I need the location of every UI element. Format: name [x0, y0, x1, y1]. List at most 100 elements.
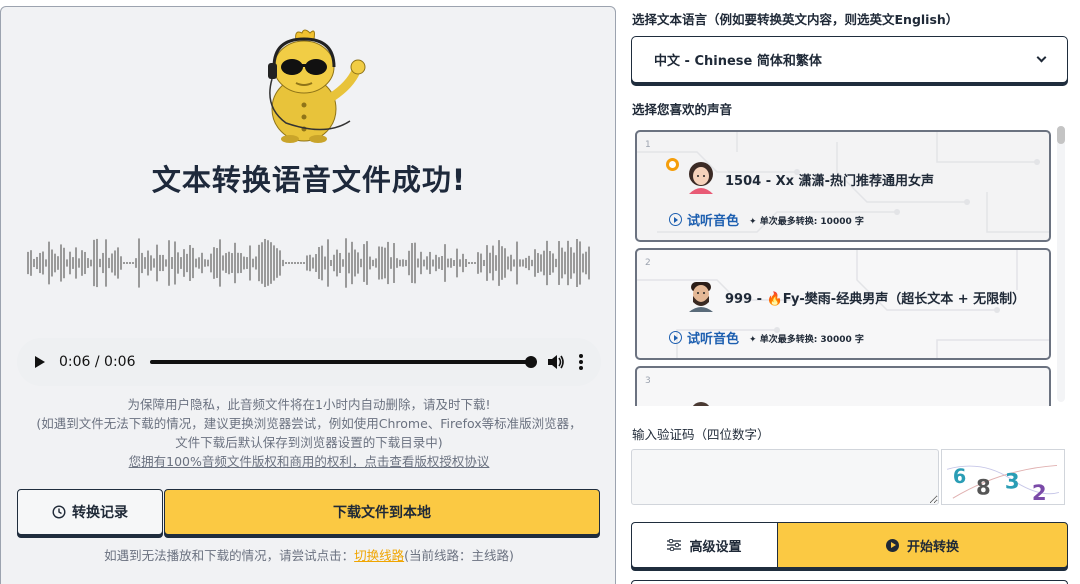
voice-list[interactable]: 1 1504 - Xx 潇潇-热门推荐通用女声 试听音色 ✦ 单次最多转换: 1…: [631, 124, 1071, 406]
current-route-text: (当前线路：主线路): [404, 548, 514, 563]
waveform-bar: [279, 250, 281, 276]
female-avatar-icon: [689, 162, 713, 194]
waveform-bar: [501, 246, 503, 280]
waveform-bar: [309, 254, 311, 272]
waveform-bar: [198, 257, 200, 269]
waveform-bar: [420, 251, 422, 275]
waveform-bar: [306, 255, 308, 271]
waveform-bar: [162, 254, 164, 272]
voice-radio-selected[interactable]: [666, 158, 679, 171]
success-title: 文本转换语音文件成功!: [151, 163, 467, 197]
waveform-bar: [330, 259, 332, 267]
captcha-digit: 8: [976, 475, 991, 500]
advanced-settings-button[interactable]: 高级设置: [631, 522, 777, 568]
more-options-icon[interactable]: [579, 354, 583, 370]
route-tip-text: 如遇到无法播放和下载的情况，请尝试点击：: [104, 548, 355, 563]
waveform-bar: [576, 239, 578, 287]
waveform-bar: [471, 262, 473, 264]
voice-card[interactable]: 2 999 - 🔥Fy-樊雨-经典男声（超长文本 + 无限制） 试听音色 ✦ 单…: [635, 248, 1051, 360]
result-panel: 文本转换语音文件成功! 0:06 / 0:06 为保障用户隐私，此音频文件将在1…: [0, 6, 616, 584]
waveform-bar: [132, 262, 134, 264]
waveform-bar: [303, 262, 305, 264]
voice-list-scrollbar[interactable]: [1057, 126, 1065, 402]
waveform-bar: [516, 241, 518, 285]
waveform-bar: [429, 251, 431, 275]
waveform-bar: [435, 254, 437, 272]
waveform-bar: [543, 250, 545, 276]
waveform-bar: [159, 254, 161, 272]
chevron-down-icon: [1036, 52, 1047, 63]
waveform-bar: [354, 249, 356, 277]
preview-voice-button[interactable]: 试听音色: [669, 328, 739, 347]
waveform-bar: [192, 247, 194, 279]
audio-player[interactable]: 0:06 / 0:06: [17, 338, 601, 386]
waveform-bar: [585, 251, 587, 275]
waveform-bar: [558, 241, 560, 285]
waveform-bar: [381, 246, 383, 280]
waveform-bar: [369, 256, 371, 270]
waveform-bar: [567, 240, 569, 286]
waveform-bar: [267, 240, 269, 286]
volume-icon[interactable]: [547, 354, 565, 370]
play-circle-icon: [669, 213, 682, 226]
license-link[interactable]: 您拥有100%音频文件版权和商用的权利，点击查看版权授权协议: [31, 452, 587, 471]
waveform-bar: [387, 241, 389, 285]
waveform-bar: [405, 259, 407, 267]
play-icon[interactable]: [35, 356, 45, 368]
waveform-bar: [318, 247, 320, 279]
scrollbar-thumb[interactable]: [1057, 126, 1065, 144]
waveform-bar: [414, 242, 416, 284]
waveform-bar: [432, 259, 434, 267]
sliders-icon: [667, 539, 682, 551]
voice-card[interactable]: 1 1504 - Xx 潇潇-热门推荐通用女声 试听音色 ✦ 单次最多转换: 1…: [635, 130, 1051, 242]
captcha-input[interactable]: [631, 449, 939, 505]
captcha-image[interactable]: 6 8 3 2: [941, 449, 1065, 505]
preview-voice-button[interactable]: 试听音色: [669, 210, 739, 229]
waveform-bar: [390, 257, 392, 269]
waveform-bar: [462, 253, 464, 273]
waveform-bar: [549, 250, 551, 276]
waveform-bar: [495, 255, 497, 271]
waveform-bar: [522, 259, 524, 267]
voice-index: 3: [645, 376, 651, 386]
waveform-bar: [294, 262, 296, 264]
waveform-bar: [36, 256, 38, 270]
waveform-bar: [441, 255, 443, 271]
waveform-bar: [399, 259, 401, 267]
waveform-bar: [489, 252, 491, 274]
waveform-bar: [105, 239, 107, 287]
waveform-bar: [39, 252, 41, 274]
audio-progress-bar[interactable]: [149, 356, 537, 368]
waveform-bar: [111, 253, 113, 273]
waveform-bar: [234, 242, 236, 284]
switch-route-link[interactable]: 切换线路: [354, 548, 404, 563]
male-avatar-icon: [689, 282, 713, 312]
waveform-bar: [156, 244, 158, 282]
waveform-bar: [57, 256, 59, 270]
waveform-bar: [336, 249, 338, 277]
waveform-bar: [528, 255, 530, 271]
language-select[interactable]: 中文 - Chinese 简体和繁体: [631, 36, 1068, 83]
voice-label: 选择您喜欢的声音: [632, 102, 733, 117]
waveform-bar: [312, 257, 314, 269]
waveform-bar: [504, 248, 506, 278]
waveform-bar: [519, 259, 521, 267]
start-conversion-label: 开始转换: [906, 539, 959, 555]
waveform-bar: [87, 258, 89, 268]
waveform-bar: [63, 247, 65, 279]
captcha-digit: 6: [953, 465, 966, 488]
waveform-bar: [411, 243, 413, 283]
voice-limit-text: 单次最多转换: 10000 字: [759, 217, 864, 227]
audio-progress-knob[interactable]: [525, 356, 537, 368]
voice-card[interactable]: 3: [635, 366, 1051, 406]
waveform-bar: [573, 252, 575, 274]
download-button[interactable]: 下载文件到本地: [164, 489, 600, 535]
start-conversion-button[interactable]: 开始转换: [777, 522, 1068, 568]
history-button[interactable]: 转换记录: [17, 489, 163, 535]
waveform-bar: [210, 253, 212, 273]
waveform-bar: [570, 247, 572, 279]
waveform-bar: [546, 240, 548, 286]
waveform-bar: [579, 241, 581, 285]
waveform-bar: [180, 257, 182, 269]
waveform-bar: [483, 259, 485, 267]
